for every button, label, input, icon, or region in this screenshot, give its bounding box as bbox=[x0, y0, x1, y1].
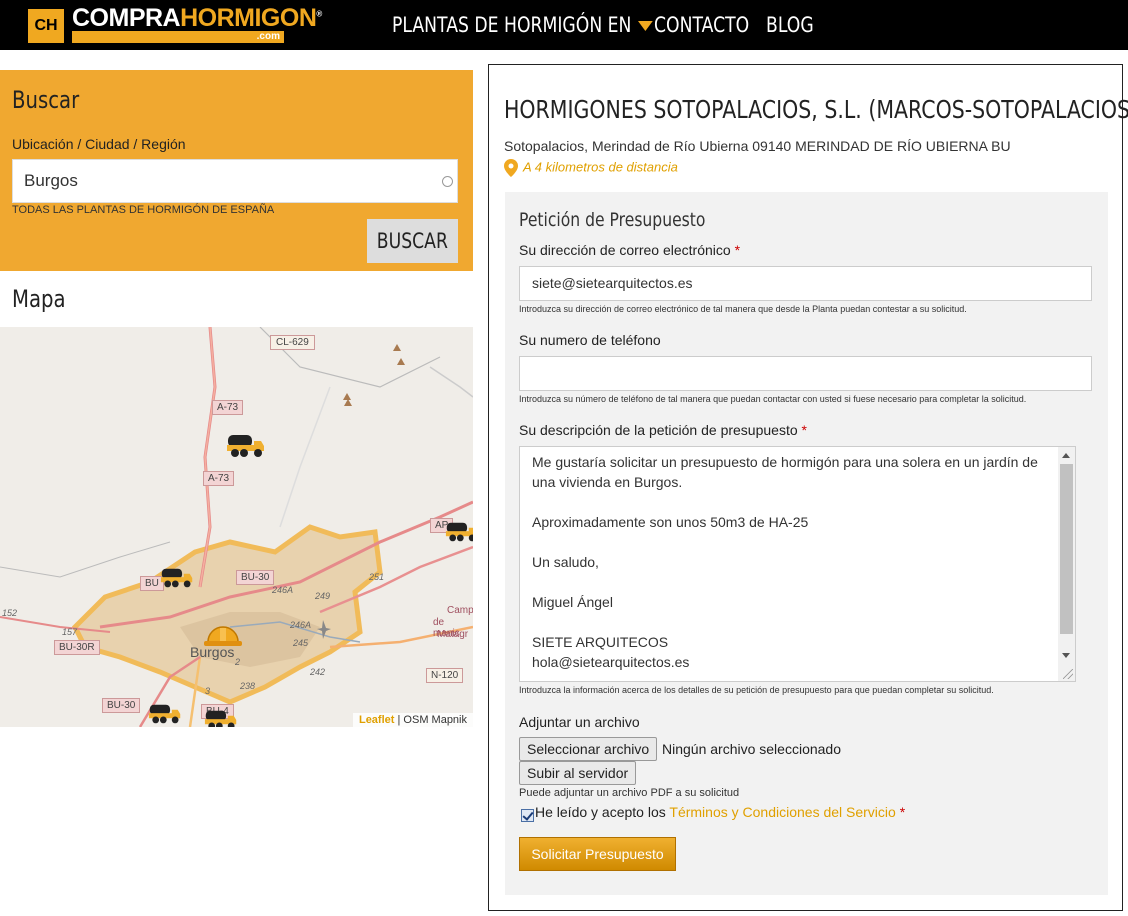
search-button[interactable]: BUSCAR bbox=[367, 219, 458, 263]
exit-label: 251 bbox=[369, 572, 385, 582]
loading-ring-icon bbox=[442, 176, 453, 187]
resize-grip-icon[interactable] bbox=[1063, 669, 1073, 679]
logo-ch-badge: CH bbox=[28, 9, 64, 43]
scroll-thumb[interactable] bbox=[1060, 464, 1073, 634]
map-tiles bbox=[0, 327, 473, 727]
concrete-truck-marker-icon[interactable] bbox=[160, 567, 194, 589]
exit-label: 3 bbox=[205, 686, 211, 696]
road-label: CL-629 bbox=[270, 335, 315, 350]
scroll-down-icon[interactable] bbox=[1062, 653, 1070, 658]
plant-distance: A 4 kilometros de distancia bbox=[504, 159, 678, 177]
email-field[interactable]: siete@sietearquitectos.es bbox=[519, 266, 1092, 301]
exit-label: 238 bbox=[240, 681, 256, 691]
map-view[interactable]: CL-629 A-73 A-73 AP BU-30 BU BU-30R BU-3… bbox=[0, 327, 473, 727]
logo-wordmark: COMPRAHORMIGON® bbox=[72, 4, 322, 32]
terms-checkbox[interactable] bbox=[521, 809, 534, 822]
description-label: Su descripción de la petición de presupu… bbox=[519, 422, 807, 438]
plant-detail-panel: HORMIGONES SOTOPALACIOS, S.L. (MARCOS-SO… bbox=[488, 64, 1128, 911]
email-help: Introduzca su dirección de correo electr… bbox=[519, 304, 967, 314]
no-file-text: Ningún archivo seleccionado bbox=[662, 741, 841, 757]
phone-label: Su numero de teléfono bbox=[519, 332, 661, 348]
scroll-up-icon[interactable] bbox=[1062, 453, 1070, 458]
nav-contacto[interactable]: CONTACTO bbox=[654, 0, 749, 50]
phone-field[interactable] bbox=[519, 356, 1092, 391]
map-title: Mapa bbox=[12, 285, 66, 313]
location-input[interactable]: Burgos bbox=[12, 159, 458, 203]
road-label: A-73 bbox=[203, 471, 235, 486]
exit-label: 246A bbox=[290, 620, 312, 630]
plant-name: HORMIGONES SOTOPALACIOS, S.L. (MARCOS-SO… bbox=[504, 95, 1128, 124]
hard-hat-location-icon[interactable] bbox=[202, 620, 244, 650]
concrete-truck-marker-icon[interactable] bbox=[445, 521, 473, 543]
all-plants-link[interactable]: TODAS LAS PLANTAS DE HORMIGÓN DE ESPAÑA bbox=[12, 204, 274, 216]
terms-link[interactable]: Términos y Condiciones del Servicio bbox=[669, 804, 895, 820]
upload-button[interactable]: Subir al servidor bbox=[519, 761, 637, 785]
road-label: A-73 bbox=[212, 400, 244, 415]
place-label: Camp bbox=[447, 605, 473, 616]
exit-label: 2 bbox=[235, 657, 241, 667]
nav-blog[interactable]: BLOG bbox=[766, 0, 814, 50]
quote-request-form: Petición de Presupuesto Su dirección de … bbox=[505, 192, 1108, 895]
form-title: Petición de Presupuesto bbox=[519, 209, 706, 231]
chevron-down-icon bbox=[638, 21, 653, 31]
description-textarea[interactable]: Me gustaría solicitar un presupuesto de … bbox=[519, 446, 1076, 682]
exit-label: 242 bbox=[310, 667, 326, 677]
textarea-scrollbar[interactable] bbox=[1058, 447, 1075, 681]
choose-file-button[interactable]: Seleccionar archivo bbox=[519, 737, 658, 761]
attach-label: Adjuntar un archivo bbox=[519, 714, 640, 730]
leaflet-link[interactable]: Leaflet bbox=[359, 714, 394, 726]
concrete-truck-marker-icon[interactable] bbox=[148, 703, 182, 725]
email-label: Su dirección de correo electrónico * bbox=[519, 242, 741, 258]
road-label: BU-30 bbox=[102, 698, 141, 713]
exit-label: 249 bbox=[315, 591, 331, 601]
plant-address: Sotopalacios, Merindad de Río Ubierna 09… bbox=[504, 138, 1011, 154]
place-label: Matagr bbox=[437, 629, 469, 640]
concrete-truck-marker-icon[interactable] bbox=[204, 709, 238, 727]
phone-help: Introduzca su número de teléfono de tal … bbox=[519, 394, 1027, 404]
road-label: BU-30 bbox=[236, 570, 275, 585]
top-navbar: CH COMPRAHORMIGON® .com PLANTAS DE HORMI… bbox=[0, 0, 1128, 50]
search-title: Buscar bbox=[12, 86, 80, 114]
logo-domain: .com bbox=[72, 31, 284, 43]
location-label: Ubicación / Ciudad / Región bbox=[12, 136, 186, 152]
map-attribution: Leaflet | OSM Mapnik bbox=[352, 713, 473, 727]
exit-label: 157 bbox=[62, 627, 78, 637]
attach-help: Puede adjuntar un archivo PDF a su solic… bbox=[519, 787, 740, 799]
search-box: Buscar Ubicación / Ciudad / Región Burgo… bbox=[0, 70, 473, 271]
exit-label: 246A bbox=[272, 585, 294, 595]
terms-label: He leído y acepto los Términos y Condici… bbox=[535, 804, 906, 820]
road-label: BU-30R bbox=[54, 640, 100, 655]
description-text: Me gustaría solicitar un presupuesto de … bbox=[532, 454, 1038, 670]
exit-label: 152 bbox=[2, 608, 18, 618]
submit-quote-button[interactable]: Solicitar Presupuesto bbox=[519, 837, 676, 871]
location-pin-icon bbox=[504, 159, 518, 177]
description-help: Introduzca la información acerca de los … bbox=[519, 685, 994, 695]
nav-plantas-dropdown[interactable]: PLANTAS DE HORMIGÓN EN bbox=[392, 0, 653, 50]
exit-label: 245 bbox=[293, 638, 309, 648]
road-label: N-120 bbox=[426, 668, 464, 683]
concrete-truck-marker-icon[interactable] bbox=[226, 433, 266, 459]
